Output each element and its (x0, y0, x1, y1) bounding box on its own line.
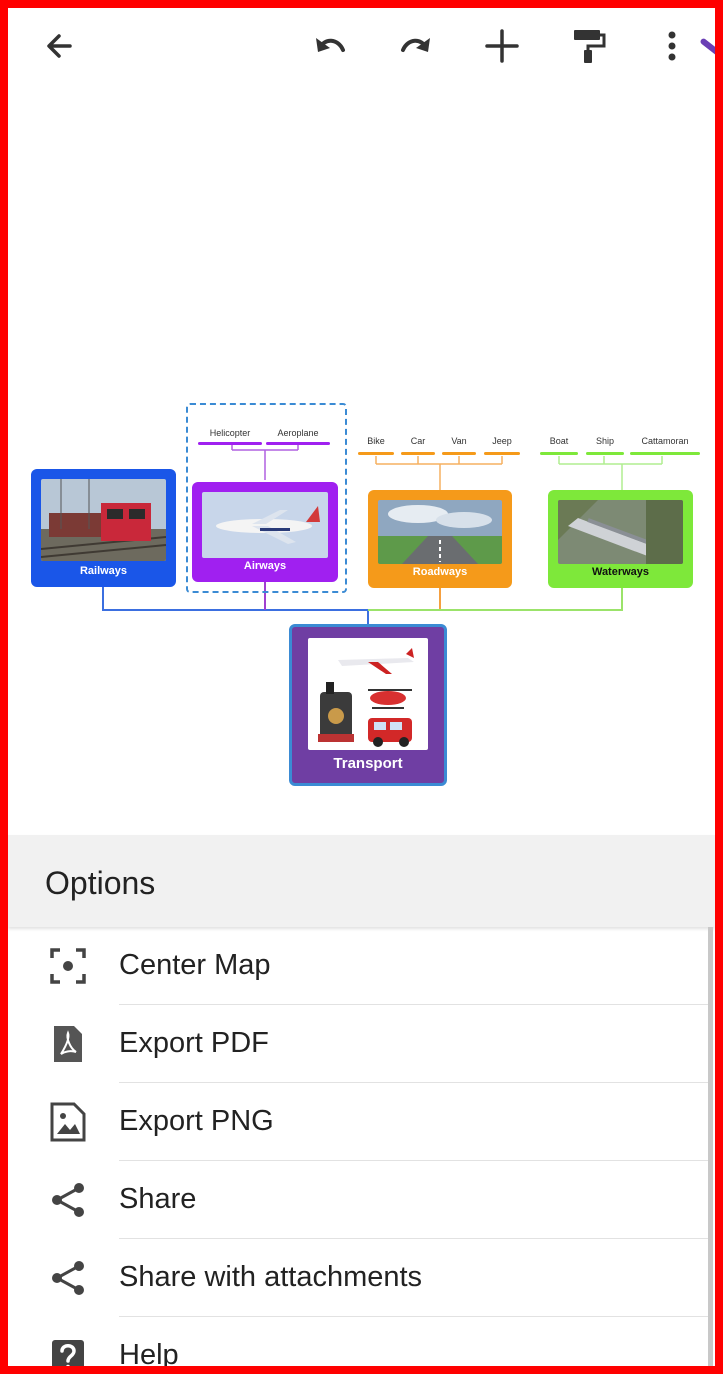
undo-icon (316, 38, 345, 52)
menu-item-help[interactable]: Help (8, 1317, 708, 1366)
share-icon (48, 1180, 88, 1220)
mindmap-canvas[interactable]: Helicopter Aeroplane Bike Car Van Jeep B… (8, 88, 715, 843)
plus-icon (485, 29, 519, 63)
leaf-label: Car (410, 436, 426, 446)
options-sheet: Options Center Map Export PDF Export PNG… (8, 835, 715, 1366)
redo-icon (401, 38, 430, 52)
leaf-label: Bike (367, 436, 385, 446)
menu-item-share[interactable]: Share (8, 1161, 708, 1239)
add-button[interactable] (478, 22, 526, 70)
leaf-bar (540, 452, 578, 455)
menu-item-center-map[interactable]: Center Map (8, 927, 708, 1005)
top-toolbar (8, 8, 715, 88)
leaf-bar (266, 442, 330, 445)
menu-label: Center Map (119, 949, 271, 981)
leaf-boat[interactable]: Boat (540, 436, 578, 455)
options-header: Options (8, 835, 715, 927)
back-arrow-icon (47, 34, 72, 58)
leaf-label: Van (451, 436, 467, 446)
style-button[interactable] (564, 22, 612, 70)
node-transport-root[interactable]: Transport (289, 624, 447, 786)
leaf-bike[interactable]: Bike (358, 436, 394, 455)
node-airways[interactable]: Airways (192, 482, 338, 582)
leaf-bar (358, 452, 394, 455)
menu-label: Export PNG (119, 1105, 274, 1137)
node-label: Roadways (412, 566, 468, 578)
redo-button[interactable] (392, 22, 440, 70)
paint-roller-icon (574, 30, 606, 63)
scrollbar[interactable] (708, 927, 713, 1366)
undo-button[interactable] (306, 22, 354, 70)
leaf-bar (198, 442, 262, 445)
leaf-bar (586, 452, 624, 455)
image-icon (48, 1102, 88, 1142)
leaf-label: Jeep (492, 436, 512, 446)
leaf-helicopter[interactable]: Helicopter (198, 428, 262, 445)
node-roadways[interactable]: Roadways (368, 490, 512, 588)
more-button[interactable] (648, 22, 696, 70)
node-label: Waterways (591, 566, 650, 578)
leaf-jeep[interactable]: Jeep (484, 436, 520, 455)
leaf-label: Boat (549, 436, 569, 446)
menu-item-share-with-attachments[interactable]: Share with attachments (8, 1239, 708, 1317)
menu-label: Help (119, 1339, 179, 1366)
leaf-bar (484, 452, 520, 455)
leaf-bar (630, 452, 700, 455)
node-label: Railways (79, 565, 128, 577)
leaf-aeroplane[interactable]: Aeroplane (266, 428, 330, 445)
menu-label: Share (119, 1183, 197, 1215)
leaf-bar (401, 452, 435, 455)
leaf-van[interactable]: Van (442, 436, 476, 455)
ship-photo (558, 500, 683, 564)
node-label: Airways (243, 560, 287, 572)
annotation-stroke (699, 37, 715, 61)
leaf-label: Helicopter (209, 428, 251, 438)
node-label: Transport (333, 755, 403, 772)
menu-label: Export PDF (119, 1027, 269, 1059)
leaf-bar (442, 452, 476, 455)
leaf-label: Cattamoran (641, 436, 689, 446)
leaf-ship[interactable]: Ship (586, 436, 624, 455)
back-button[interactable] (36, 22, 84, 70)
airplane-photo (202, 492, 328, 558)
leaf-car[interactable]: Car (401, 436, 435, 455)
pdf-icon (48, 1024, 88, 1064)
app-screen: Helicopter Aeroplane Bike Car Van Jeep B… (8, 8, 715, 1366)
more-vert-icon (668, 31, 676, 61)
transport-illustration (308, 638, 428, 750)
leaf-label: Aeroplane (277, 428, 319, 438)
share-icon (48, 1258, 88, 1298)
node-railways[interactable]: Railways (31, 469, 176, 587)
menu-item-export-png[interactable]: Export PNG (8, 1083, 708, 1161)
menu-label: Share with attachments (119, 1261, 423, 1293)
train-photo (41, 479, 166, 561)
menu-item-export-pdf[interactable]: Export PDF (8, 1005, 708, 1083)
help-icon (48, 1336, 88, 1366)
road-photo (378, 500, 502, 564)
options-title: Options (45, 865, 156, 901)
center-focus-icon (48, 946, 88, 986)
node-waterways[interactable]: Waterways (548, 490, 693, 588)
leaf-cattamoran[interactable]: Cattamoran (630, 436, 700, 455)
leaf-label: Ship (595, 436, 614, 446)
